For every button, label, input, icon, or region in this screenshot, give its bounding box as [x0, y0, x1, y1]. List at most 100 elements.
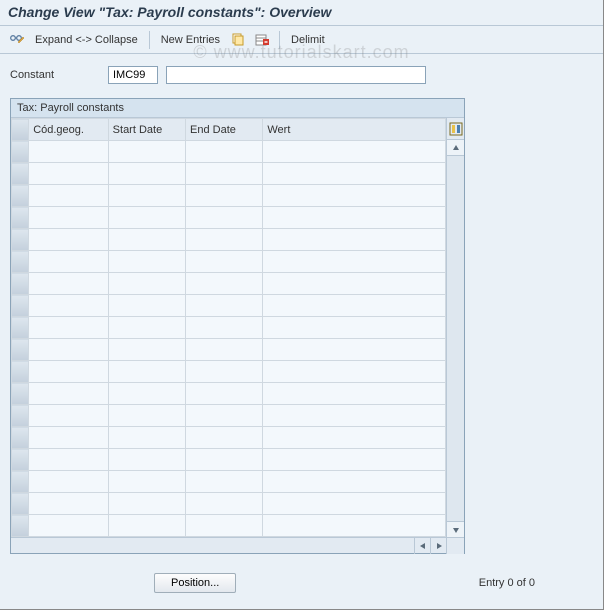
col-header-startdate[interactable]: Start Date: [108, 119, 185, 141]
table-cell[interactable]: [108, 185, 185, 207]
table-cell[interactable]: [108, 295, 185, 317]
toggle-display-change-icon[interactable]: [8, 31, 26, 49]
table-cell[interactable]: [263, 339, 446, 361]
constant-code-input[interactable]: [108, 66, 158, 84]
table-cell[interactable]: [186, 229, 263, 251]
table-cell[interactable]: [263, 185, 446, 207]
table-cell[interactable]: [108, 471, 185, 493]
table-cell[interactable]: [186, 427, 263, 449]
delete-row-icon[interactable]: [253, 31, 271, 49]
row-selector[interactable]: [12, 361, 29, 383]
position-button[interactable]: Position...: [154, 573, 236, 593]
table-cell[interactable]: [186, 515, 263, 537]
table-cell[interactable]: [29, 427, 108, 449]
table-cell[interactable]: [186, 405, 263, 427]
row-selector[interactable]: [12, 383, 29, 405]
table-cell[interactable]: [186, 185, 263, 207]
copy-icon[interactable]: [229, 31, 247, 49]
table-cell[interactable]: [186, 295, 263, 317]
table-cell[interactable]: [108, 317, 185, 339]
table-cell[interactable]: [263, 251, 446, 273]
row-selector[interactable]: [12, 163, 29, 185]
select-all-header[interactable]: [12, 119, 29, 141]
row-selector[interactable]: [12, 493, 29, 515]
table-cell[interactable]: [108, 361, 185, 383]
table-cell[interactable]: [29, 229, 108, 251]
table-cell[interactable]: [108, 273, 185, 295]
row-selector[interactable]: [12, 339, 29, 361]
table-cell[interactable]: [108, 251, 185, 273]
row-selector[interactable]: [12, 449, 29, 471]
table-cell[interactable]: [29, 383, 108, 405]
row-selector[interactable]: [12, 207, 29, 229]
table-cell[interactable]: [186, 141, 263, 163]
table-cell[interactable]: [29, 295, 108, 317]
scroll-down-icon[interactable]: [447, 521, 464, 537]
row-selector[interactable]: [12, 141, 29, 163]
row-selector[interactable]: [12, 273, 29, 295]
col-header-enddate[interactable]: End Date: [186, 119, 263, 141]
scroll-track[interactable]: [447, 156, 464, 521]
row-selector[interactable]: [12, 427, 29, 449]
row-selector[interactable]: [12, 229, 29, 251]
table-cell[interactable]: [186, 383, 263, 405]
table-cell[interactable]: [29, 339, 108, 361]
table-cell[interactable]: [186, 449, 263, 471]
table-cell[interactable]: [108, 493, 185, 515]
table-cell[interactable]: [108, 339, 185, 361]
table-cell[interactable]: [263, 471, 446, 493]
table-cell[interactable]: [263, 383, 446, 405]
table-cell[interactable]: [186, 251, 263, 273]
table-cell[interactable]: [186, 317, 263, 339]
scroll-left-icon[interactable]: [414, 538, 430, 554]
table-cell[interactable]: [263, 515, 446, 537]
table-cell[interactable]: [29, 207, 108, 229]
scroll-up-icon[interactable]: [447, 140, 464, 156]
table-cell[interactable]: [263, 361, 446, 383]
table-cell[interactable]: [108, 427, 185, 449]
table-cell[interactable]: [29, 317, 108, 339]
table-cell[interactable]: [108, 141, 185, 163]
table-cell[interactable]: [108, 383, 185, 405]
col-header-geog[interactable]: Cód.geog.: [29, 119, 108, 141]
table-cell[interactable]: [263, 405, 446, 427]
row-selector[interactable]: [12, 515, 29, 537]
table-cell[interactable]: [108, 163, 185, 185]
expand-collapse-button[interactable]: Expand <-> Collapse: [32, 32, 141, 48]
table-cell[interactable]: [29, 163, 108, 185]
table-cell[interactable]: [186, 361, 263, 383]
table-cell[interactable]: [263, 141, 446, 163]
table-cell[interactable]: [263, 229, 446, 251]
table-cell[interactable]: [263, 273, 446, 295]
table-cell[interactable]: [263, 295, 446, 317]
table-cell[interactable]: [29, 273, 108, 295]
table-cell[interactable]: [108, 449, 185, 471]
table-cell[interactable]: [263, 207, 446, 229]
table-cell[interactable]: [263, 163, 446, 185]
table-cell[interactable]: [29, 405, 108, 427]
table-cell[interactable]: [108, 405, 185, 427]
table-cell[interactable]: [29, 449, 108, 471]
row-selector[interactable]: [12, 295, 29, 317]
table-cell[interactable]: [186, 163, 263, 185]
row-selector[interactable]: [12, 471, 29, 493]
table-cell[interactable]: [29, 185, 108, 207]
table-cell[interactable]: [108, 515, 185, 537]
table-cell[interactable]: [186, 207, 263, 229]
constant-description-input[interactable]: [166, 66, 426, 84]
table-cell[interactable]: [186, 339, 263, 361]
row-selector[interactable]: [12, 185, 29, 207]
table-cell[interactable]: [186, 471, 263, 493]
table-cell[interactable]: [29, 251, 108, 273]
table-cell[interactable]: [108, 207, 185, 229]
table-cell[interactable]: [29, 471, 108, 493]
table-cell[interactable]: [29, 141, 108, 163]
table-cell[interactable]: [263, 449, 446, 471]
table-cell[interactable]: [263, 317, 446, 339]
table-cell[interactable]: [263, 493, 446, 515]
new-entries-button[interactable]: New Entries: [158, 32, 223, 48]
row-selector[interactable]: [12, 317, 29, 339]
table-cell[interactable]: [108, 229, 185, 251]
table-cell[interactable]: [29, 361, 108, 383]
row-selector[interactable]: [12, 405, 29, 427]
